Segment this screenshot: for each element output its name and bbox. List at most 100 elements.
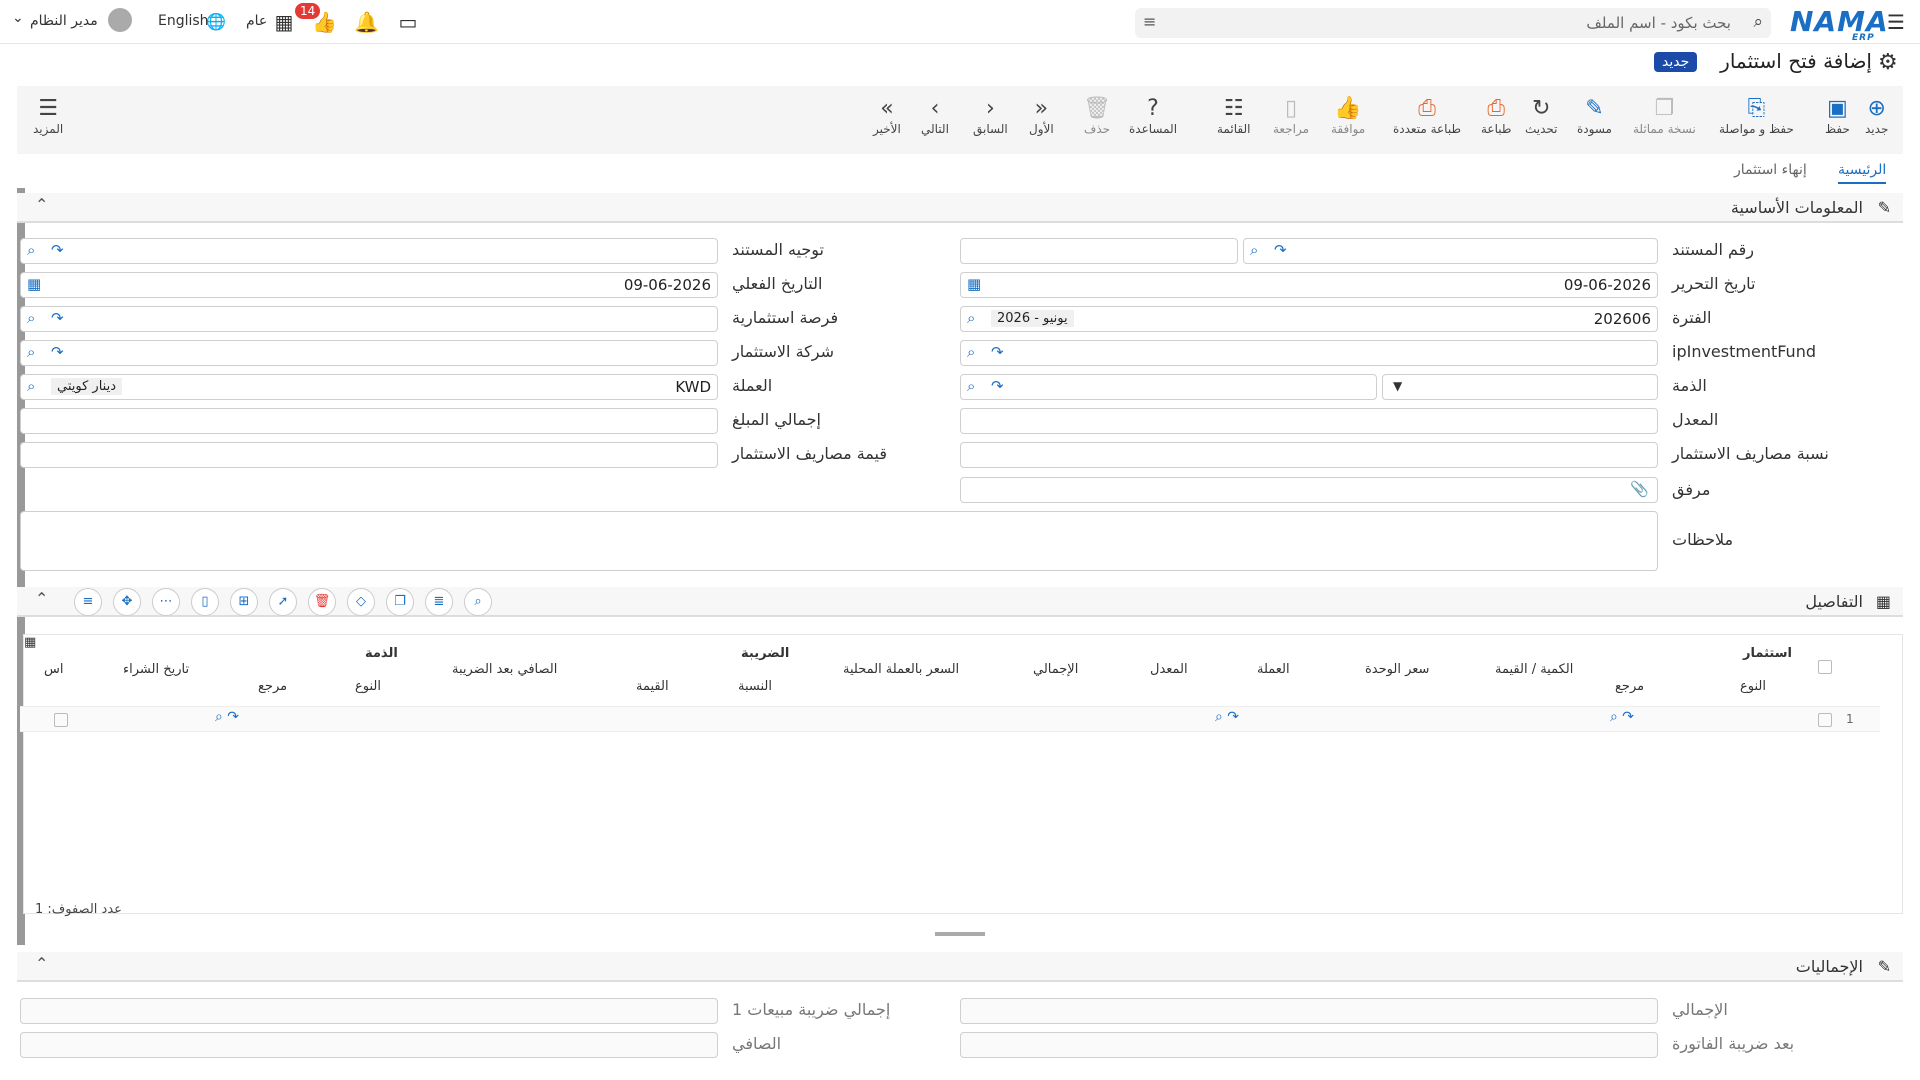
rate-input[interactable]	[960, 408, 1658, 434]
table-row[interactable]: 1 ⌕ ↷ ⌕ ↷ ⌕ ↷	[20, 706, 1880, 732]
search-icon[interactable]: ⌕	[967, 343, 975, 361]
filter-icon[interactable]: ≡	[74, 588, 102, 616]
share-icon[interactable]: ↷	[1274, 241, 1287, 259]
row-end-checkbox[interactable]	[54, 713, 68, 727]
chat-icon[interactable]: ▭	[396, 10, 420, 34]
liability-type-select[interactable]: ▼	[1382, 374, 1658, 400]
approve-button[interactable]: 👍 موافقة	[1331, 96, 1365, 136]
move-icon[interactable]: ✥	[113, 588, 141, 616]
col-tax-value[interactable]: القيمة	[636, 679, 669, 694]
calendar-icon[interactable]: ▦	[967, 275, 981, 293]
row-search-icon[interactable]: ⌕ ↷	[1610, 709, 1634, 725]
collapse-icon[interactable]: ⌃	[35, 954, 48, 973]
tab-main[interactable]: الرئيسية	[1838, 162, 1887, 184]
dots-grid-icon[interactable]: ⋯	[152, 588, 180, 616]
multi-print-button[interactable]: ⎙ طباعة متعددة	[1393, 96, 1461, 136]
share-icon[interactable]: ↷	[991, 377, 1004, 395]
col-type[interactable]: النوع	[1740, 679, 1766, 694]
filter-icon[interactable]: ≡	[1143, 12, 1156, 31]
totals-header[interactable]: الإجماليات ✎ ⌃	[17, 952, 1903, 982]
search-icon[interactable]: ⌕	[27, 309, 35, 327]
col-qty-value[interactable]: الكمية / القيمة	[1495, 662, 1573, 677]
globe-icon[interactable]: 🌐	[206, 12, 226, 31]
company-input[interactable]: ⌕ ↷	[20, 340, 718, 366]
select-all-checkbox[interactable]	[1818, 660, 1832, 674]
new-button[interactable]: ⊕ جديد	[1865, 96, 1888, 136]
currency-input[interactable]: KWD دينار كويتي ⌕	[20, 374, 718, 400]
zoom-list-icon[interactable]: ⌕	[464, 588, 492, 616]
search-icon[interactable]: ⌕	[967, 309, 975, 327]
columns-icon[interactable]: ▯	[191, 588, 219, 616]
list-button[interactable]: ☷ القائمة	[1217, 96, 1250, 136]
collapse-icon[interactable]: ⌃	[35, 589, 48, 608]
col-tax-ratio[interactable]: النسبة	[738, 679, 772, 694]
public-label[interactable]: عام	[246, 13, 267, 29]
grid-settings-icon[interactable]: ▦	[24, 635, 36, 650]
user-name[interactable]: مدير النظام	[30, 13, 98, 29]
merge-icon[interactable]: ⊞	[230, 588, 258, 616]
resize-handle[interactable]	[935, 932, 985, 936]
liability-input[interactable]: ⌕ ↷	[960, 374, 1377, 400]
notes-textarea[interactable]	[20, 511, 1658, 571]
actual-date-input[interactable]: 09-06-2026 ▦	[20, 272, 718, 298]
search-input[interactable]: ⌕ بحث بكود - اسم الملف ≡	[1135, 8, 1771, 38]
avatar[interactable]	[108, 8, 132, 32]
doc-number-extra-input[interactable]	[960, 238, 1238, 264]
share-icon[interactable]: ↷	[991, 343, 1004, 361]
delete-button[interactable]: 🗑 حذف	[1083, 96, 1111, 136]
opportunity-input[interactable]: ⌕ ↷	[20, 306, 718, 332]
row-liability-search-icon[interactable]: ⌕ ↷	[215, 709, 239, 725]
period-input[interactable]: 202606 2026 - يونيو ⌕	[960, 306, 1658, 332]
row-currency-search-icon[interactable]: ⌕ ↷	[1215, 709, 1239, 725]
trash-icon[interactable]: 🗑	[308, 588, 336, 616]
share-icon[interactable]: ↷	[51, 309, 64, 327]
col-truncated[interactable]: اس	[44, 662, 63, 677]
first-button[interactable]: » الأول	[1029, 96, 1054, 136]
chevron-down-icon[interactable]: ⌄	[12, 10, 24, 26]
search-icon[interactable]: ⌕	[27, 343, 35, 361]
run-icon[interactable]: ➚	[269, 588, 297, 616]
copy-icon[interactable]: ❐	[386, 588, 414, 616]
draft-button[interactable]: ✎ مسودة	[1577, 96, 1612, 136]
copy-similar-button[interactable]: ❐ نسخة مماثلة	[1633, 96, 1696, 136]
help-button[interactable]: ? المساعدة	[1129, 96, 1177, 136]
fund-input[interactable]: ⌕ ↷	[960, 340, 1658, 366]
tab-end-investment[interactable]: إنهاء استثمار	[1734, 162, 1807, 178]
row-checkbox[interactable]	[1818, 713, 1832, 727]
share-icon[interactable]: ↷	[51, 241, 64, 259]
col-local-price[interactable]: السعر بالعملة المحلية	[843, 662, 959, 677]
refresh-button[interactable]: ↻ تحديث	[1525, 96, 1558, 136]
previous-button[interactable]: › السابق	[973, 96, 1008, 136]
col-liab-reference[interactable]: مرجع	[258, 679, 287, 694]
save-button[interactable]: ▣ حفظ	[1825, 96, 1850, 136]
total-amount-input[interactable]	[20, 408, 718, 434]
attachment-input[interactable]: 📎	[960, 477, 1658, 503]
expense-ratio-input[interactable]	[960, 442, 1658, 468]
add-rows-icon[interactable]: ≣	[425, 588, 453, 616]
search-icon[interactable]: ⌕	[27, 377, 35, 395]
col-total[interactable]: الإجمالي	[1033, 662, 1078, 677]
col-net-after-tax[interactable]: الصافي بعد الضريبة	[452, 662, 557, 677]
doc-direction-input[interactable]: ⌕ ↷	[20, 238, 718, 264]
bell-icon[interactable]: 🔔	[354, 10, 379, 34]
edit-date-input[interactable]: 09-06-2026 ▦	[960, 272, 1658, 298]
layers-icon[interactable]: ◇	[347, 588, 375, 616]
last-button[interactable]: «الأخير	[873, 96, 901, 136]
search-icon[interactable]: ⌕	[27, 241, 35, 259]
calendar-icon[interactable]: ▦	[27, 275, 41, 293]
search-icon[interactable]: ⌕	[967, 377, 975, 395]
col-rate[interactable]: المعدل	[1150, 662, 1188, 677]
col-unit-price[interactable]: سعر الوحدة	[1365, 662, 1429, 677]
more-button[interactable]: ☰ المزيد	[33, 96, 63, 136]
paperclip-icon[interactable]: 📎	[1630, 480, 1649, 498]
search-icon[interactable]: ⌕	[1250, 241, 1258, 259]
col-currency[interactable]: العملة	[1257, 662, 1290, 677]
collapse-icon[interactable]: ⌃	[35, 195, 48, 214]
print-button[interactable]: ⎙ طباعة	[1481, 96, 1511, 136]
details-header[interactable]: التفاصيل ▦ ⌃	[17, 587, 1903, 617]
review-button[interactable]: ▯ مراجعة	[1273, 96, 1309, 136]
col-liab-type[interactable]: النوع	[355, 679, 381, 694]
save-continue-button[interactable]: ⎘ حفظ و مواصلة	[1719, 96, 1794, 136]
doc-number-input[interactable]: ⌕ ↷	[1243, 238, 1658, 264]
col-purchase-date[interactable]: تاريخ الشراء	[123, 662, 189, 677]
